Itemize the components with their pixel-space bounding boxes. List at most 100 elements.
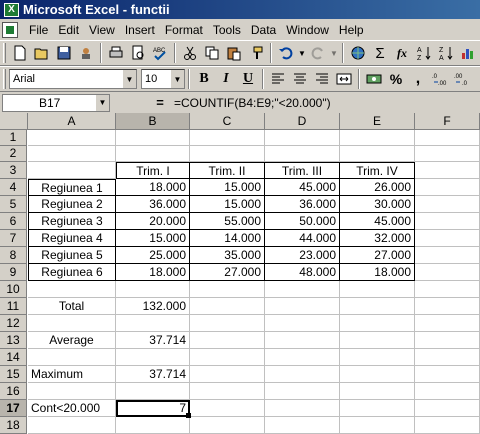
cell-A16[interactable]	[28, 383, 116, 400]
cell-E4[interactable]: 26.000	[340, 179, 415, 196]
merge-center-icon[interactable]	[333, 68, 355, 90]
cell-B4[interactable]: 18.000	[116, 179, 190, 196]
cell-D7[interactable]: 44.000	[265, 230, 340, 247]
cell-A4[interactable]: Regiunea 1	[28, 179, 116, 196]
format-painter-icon[interactable]	[245, 42, 267, 64]
cell-F15[interactable]	[415, 366, 480, 383]
print-icon[interactable]	[105, 42, 127, 64]
cell-D17[interactable]	[265, 400, 340, 417]
decrease-decimal-icon[interactable]: .00.0	[451, 68, 473, 90]
cell-D5[interactable]: 36.000	[265, 196, 340, 213]
cell-F18[interactable]	[415, 417, 480, 434]
row-header-10[interactable]: 10	[0, 281, 27, 298]
cell-E18[interactable]	[340, 417, 415, 434]
cell-C8[interactable]: 35.000	[190, 247, 265, 264]
undo-icon[interactable]	[275, 42, 297, 64]
cell-A17[interactable]: Cont<20.000	[28, 400, 116, 417]
menu-window[interactable]: Window	[281, 23, 334, 37]
align-left-icon[interactable]	[267, 68, 289, 90]
row-header-3[interactable]: 3	[0, 162, 27, 179]
cell-A15[interactable]: Maximum	[28, 366, 116, 383]
cell-A1[interactable]	[28, 130, 116, 146]
cell-B5[interactable]: 36.000	[116, 196, 190, 213]
cell-E8[interactable]: 27.000	[340, 247, 415, 264]
cell-D6[interactable]: 50.000	[265, 213, 340, 230]
cell-C2[interactable]	[190, 146, 265, 162]
copy-icon[interactable]	[201, 42, 223, 64]
cell-F12[interactable]	[415, 315, 480, 332]
cell-E6[interactable]: 45.000	[340, 213, 415, 230]
cell-F16[interactable]	[415, 383, 480, 400]
toolbar-grip[interactable]	[3, 69, 6, 89]
cell-C15[interactable]	[190, 366, 265, 383]
cell-D8[interactable]: 23.000	[265, 247, 340, 264]
cell-F3[interactable]	[415, 162, 480, 179]
cell-A14[interactable]	[28, 349, 116, 366]
cell-E15[interactable]	[340, 366, 415, 383]
function-icon[interactable]: fx	[391, 42, 413, 64]
cell-B18[interactable]	[116, 417, 190, 434]
italic-button[interactable]: I	[215, 68, 237, 90]
chevron-down-icon[interactable]: ▼	[95, 94, 109, 111]
cell-D11[interactable]	[265, 298, 340, 315]
row-header-4[interactable]: 4	[0, 179, 27, 196]
cell-F9[interactable]	[415, 264, 480, 281]
cell-E9[interactable]: 18.000	[340, 264, 415, 281]
row-header-16[interactable]: 16	[0, 383, 27, 400]
workbook-icon[interactable]	[2, 21, 18, 38]
cell-F8[interactable]	[415, 247, 480, 264]
cell-B1[interactable]	[116, 130, 190, 146]
cell-B8[interactable]: 25.000	[116, 247, 190, 264]
cell-C11[interactable]	[190, 298, 265, 315]
underline-button[interactable]: U	[237, 68, 259, 90]
undo-dropdown-icon[interactable]: ▼	[297, 42, 307, 64]
open-icon[interactable]	[31, 42, 53, 64]
cell-F6[interactable]	[415, 213, 480, 230]
cell-E17[interactable]	[340, 400, 415, 417]
row-header-14[interactable]: 14	[0, 349, 27, 366]
row-header-7[interactable]: 7	[0, 230, 27, 247]
bold-button[interactable]: B	[193, 68, 215, 90]
column-header-c[interactable]: C	[190, 113, 265, 130]
row-header-8[interactable]: 8	[0, 247, 27, 264]
cell-D4[interactable]: 45.000	[265, 179, 340, 196]
row-header-18[interactable]: 18	[0, 417, 27, 434]
cell-B13[interactable]: 37.714	[116, 332, 190, 349]
cell-E10[interactable]	[340, 281, 415, 298]
menu-insert[interactable]: Insert	[120, 23, 160, 37]
excel-icon[interactable]: X	[4, 2, 19, 17]
cell-D10[interactable]	[265, 281, 340, 298]
cell-F2[interactable]	[415, 146, 480, 162]
cell-F5[interactable]	[415, 196, 480, 213]
cell-C6[interactable]: 55.000	[190, 213, 265, 230]
row-header-17[interactable]: 17	[0, 400, 27, 417]
cell-E1[interactable]	[340, 130, 415, 146]
active-cell-b17[interactable]: 7	[116, 400, 190, 417]
row-header-6[interactable]: 6	[0, 213, 27, 230]
cell-B3[interactable]: Trim. I	[116, 162, 190, 179]
currency-icon[interactable]	[363, 68, 385, 90]
font-size-select[interactable]: 10 ▼	[141, 69, 185, 89]
cell-E13[interactable]	[340, 332, 415, 349]
row-header-11[interactable]: 11	[0, 298, 27, 315]
align-right-icon[interactable]	[311, 68, 333, 90]
row-header-2[interactable]: 2	[0, 146, 27, 162]
paste-icon[interactable]	[223, 42, 245, 64]
cell-B7[interactable]: 15.000	[116, 230, 190, 247]
cell-B14[interactable]	[116, 349, 190, 366]
print-preview-icon[interactable]	[127, 42, 149, 64]
row-header-9[interactable]: 9	[0, 264, 27, 281]
cell-C17[interactable]	[190, 400, 265, 417]
menu-format[interactable]: Format	[160, 23, 208, 37]
cell-F17[interactable]	[415, 400, 480, 417]
cell-E16[interactable]	[340, 383, 415, 400]
cell-C14[interactable]	[190, 349, 265, 366]
row-header-5[interactable]: 5	[0, 196, 27, 213]
cell-B10[interactable]	[116, 281, 190, 298]
autosum-icon[interactable]: Σ	[369, 42, 391, 64]
comma-style-button[interactable]: ,	[407, 68, 429, 90]
menu-tools[interactable]: Tools	[208, 23, 246, 37]
cell-D18[interactable]	[265, 417, 340, 434]
spelling-icon[interactable]: ABC	[149, 42, 171, 64]
cell-D3[interactable]: Trim. III	[265, 162, 340, 179]
